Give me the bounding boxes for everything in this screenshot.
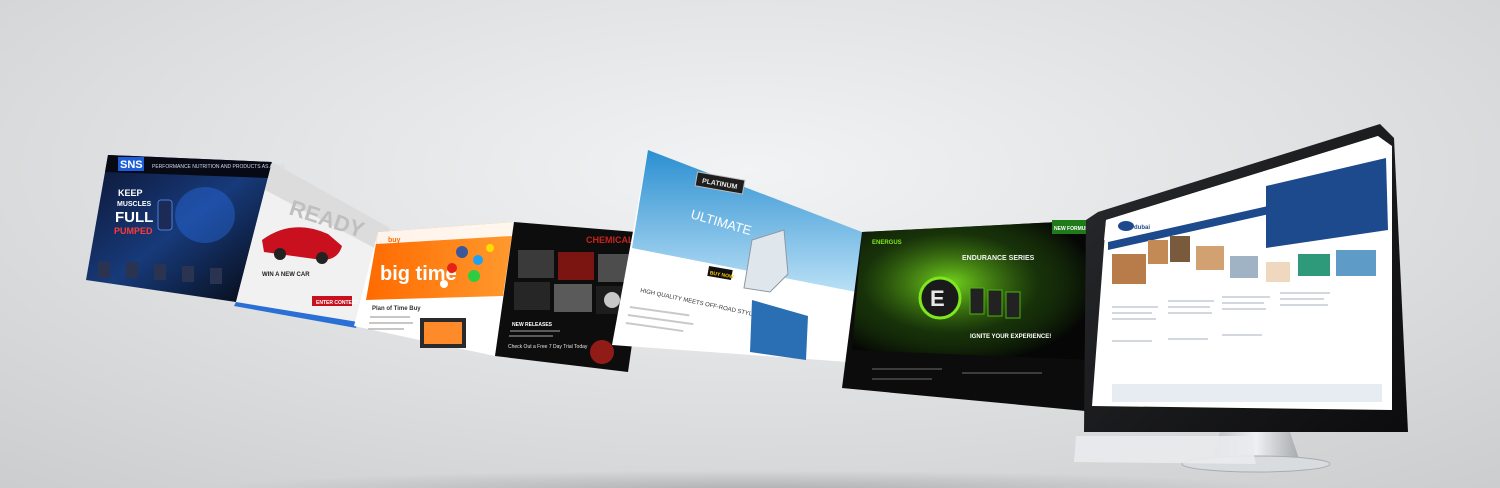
energy-product-row [969,287,1021,319]
sns-hero-glow [175,187,235,243]
car-cta-label: ENTER CONTEST [316,300,358,306]
energy-headline: ENDURANCE SERIES [962,255,1035,262]
energy-emblem-letter: E [930,286,945,311]
bigtime-subhead: Plan of Time Buy [372,306,421,312]
monitor-site-logo [1118,221,1134,231]
sns-product-icon [157,199,173,231]
panel-platinum[interactable]: PLATINUM ULTIMATE BUY NOW HIGH QUALITY M… [612,150,862,362]
dark-flame [590,340,614,364]
sns-headline: PERFORMANCE NUTRITION AND PRODUCTS AS A … [152,164,286,170]
sns-hero-line-2: MUSCLES [117,201,152,208]
sns-logo-text: SNS [120,159,143,171]
energy-logo: ENERGUS [872,240,902,246]
bigtime-logo: buy [388,237,401,244]
car-promo: WIN A NEW CAR [262,272,310,278]
sns-hero-line-4: PUMPED [114,226,153,236]
panel-bigtime[interactable]: buy big time Plan of Time Buy [354,222,514,356]
energy-tagline: IGNITE YOUR EXPERIENCE! [970,334,1051,340]
dark-logo: CHEMICAL [586,235,634,245]
dark-footer: Check Out a Free 7 Day Trial Today [508,344,588,350]
monitor-site-logo-text: dubai [1134,225,1150,231]
sns-hero-line-3: FULL [115,209,153,226]
monitor: dubai [1074,124,1408,473]
sns-hero-line-1: KEEP [118,188,143,198]
dark-heading: NEW RELEASES [512,322,553,328]
panel-energy[interactable]: NEW FORMULA ENERGUS ENDURANCE SERIES E I… [842,220,1098,412]
monitor-chin [1074,436,1256,464]
website-showcase: SNS PERFORMANCE NUTRITION AND PRODUCTS A… [86,124,1408,473]
monitor-site-footer [1112,384,1382,402]
